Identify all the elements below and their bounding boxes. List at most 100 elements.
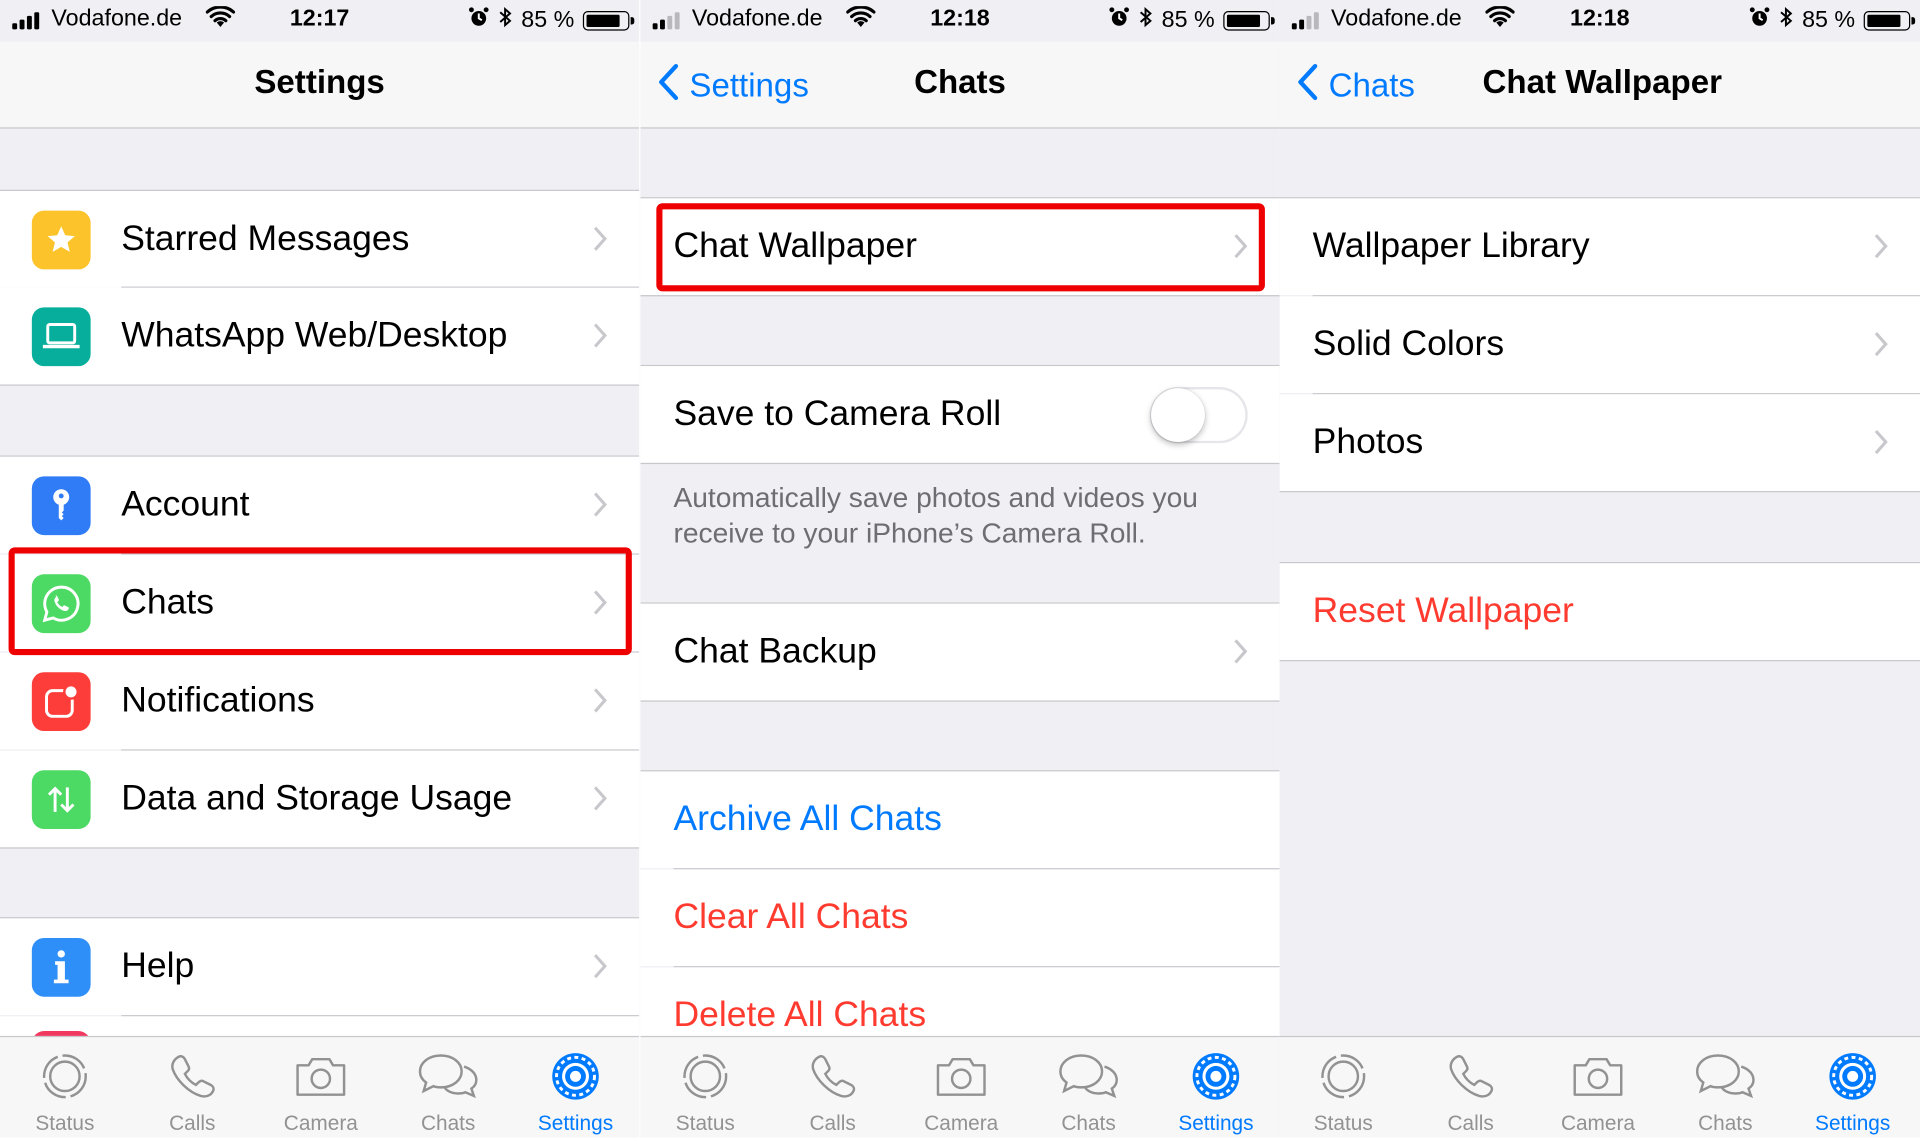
- wallpaper-library-row[interactable]: Wallpaper Library: [1279, 198, 1920, 296]
- row-label: Data and Storage Usage: [121, 778, 513, 818]
- row-label: Delete All Chats: [673, 995, 927, 1035]
- chat-bubbles-icon: [1662, 1047, 1789, 1106]
- status-icon: [1280, 1047, 1407, 1106]
- chevron-right-icon: [593, 491, 608, 524]
- signal-icon: [652, 12, 685, 30]
- phone-icon: [1407, 1047, 1534, 1106]
- phone-icon: [129, 1047, 256, 1106]
- chevron-right-icon: [1873, 429, 1888, 462]
- info-icon: [31, 937, 91, 997]
- tab-label: Settings: [537, 1111, 614, 1136]
- gear-icon: [1152, 1047, 1279, 1106]
- tab-label: Calls: [1447, 1111, 1494, 1136]
- alarm-icon: [1108, 6, 1130, 35]
- tab-chats[interactable]: Chats: [1662, 1047, 1789, 1136]
- settings-row-notifications[interactable]: Notifications: [0, 652, 640, 750]
- reset-wallpaper-button[interactable]: Reset Wallpaper: [1279, 563, 1920, 661]
- solid-colors-row[interactable]: Solid Colors: [1279, 296, 1920, 394]
- clear-all-chats-button[interactable]: Clear All Chats: [640, 869, 1280, 967]
- tab-label: Camera: [283, 1111, 358, 1136]
- tab-settings[interactable]: Settings: [1152, 1047, 1279, 1136]
- tab-status[interactable]: Status: [1, 1047, 128, 1136]
- tab-settings[interactable]: Settings: [512, 1047, 639, 1136]
- camera-icon: [898, 1047, 1025, 1106]
- row-label: Archive All Chats: [673, 799, 942, 839]
- carrier-label: Vodafone.de: [1331, 6, 1462, 32]
- page-title: Chats: [914, 63, 1006, 101]
- photos-row[interactable]: Photos: [1279, 394, 1920, 492]
- whatsapp-icon: [31, 574, 91, 634]
- tab-label: Status: [35, 1111, 95, 1136]
- save-to-camera-roll-row: Save to Camera Roll: [640, 366, 1280, 463]
- row-label: Chat Wallpaper: [673, 226, 917, 266]
- settings-row-chats[interactable]: Chats: [0, 554, 640, 652]
- tab-label: Status: [1313, 1111, 1373, 1136]
- tab-calls[interactable]: Calls: [129, 1047, 256, 1136]
- save-to-camera-roll-toggle[interactable]: [1149, 386, 1248, 444]
- chevron-right-icon: [1233, 638, 1248, 671]
- tab-chats[interactable]: Chats: [384, 1047, 511, 1136]
- nav-bar: Settings: [0, 41, 640, 129]
- chevron-right-icon: [593, 953, 608, 986]
- tab-status[interactable]: Status: [642, 1047, 769, 1136]
- page-title: Chat Wallpaper: [1482, 63, 1722, 101]
- tab-bar: Status Calls Camera Chats Settings: [640, 1035, 1280, 1138]
- battery-percent: 85 %: [521, 7, 575, 34]
- battery-icon: [1223, 11, 1275, 31]
- carrier-label: Vodafone.de: [691, 6, 823, 32]
- tab-label: Camera: [924, 1111, 999, 1136]
- row-label: Reset Wallpaper: [1312, 591, 1574, 631]
- tab-label: Calls: [169, 1111, 216, 1136]
- tab-status[interactable]: Status: [1280, 1047, 1407, 1136]
- chevron-right-icon: [593, 225, 608, 258]
- star-icon: [31, 210, 91, 270]
- data-transfer-icon: [31, 770, 91, 829]
- battery-percent: 85 %: [1802, 7, 1856, 34]
- row-label: Wallpaper Library: [1312, 226, 1590, 266]
- archive-all-chats-button[interactable]: Archive All Chats: [640, 771, 1280, 869]
- tab-bar: Status Calls Camera Chats Settings: [0, 1035, 640, 1138]
- tab-chats[interactable]: Chats: [1025, 1047, 1152, 1136]
- battery-icon: [582, 11, 635, 31]
- settings-row-help[interactable]: Help: [0, 918, 640, 1016]
- chat-wallpaper-row[interactable]: Chat Wallpaper: [640, 198, 1280, 296]
- tab-bar: Status Calls Camera Chats Settings: [1279, 1035, 1920, 1138]
- status-bar: Vodafone.de 12:18 85 %: [1280, 0, 1920, 42]
- tab-label: Settings: [1815, 1111, 1891, 1136]
- row-label: Chat Backup: [673, 631, 877, 672]
- signal-icon: [12, 12, 44, 30]
- row-label: WhatsApp Web/Desktop: [121, 315, 508, 356]
- chat-backup-row[interactable]: Chat Backup: [640, 603, 1280, 701]
- tab-calls[interactable]: Calls: [1407, 1047, 1534, 1136]
- carrier-label: Vodafone.de: [51, 6, 183, 32]
- tab-camera[interactable]: Camera: [1534, 1047, 1661, 1136]
- settings-row-whatsapp-web[interactable]: WhatsApp Web/Desktop: [0, 287, 640, 385]
- chevron-right-icon: [593, 687, 608, 720]
- row-label: Photos: [1312, 422, 1424, 462]
- row-label: Help: [121, 946, 195, 986]
- settings-row-starred-messages[interactable]: Starred Messages: [0, 191, 640, 288]
- wifi-icon: [205, 5, 236, 35]
- tab-camera[interactable]: Camera: [257, 1047, 384, 1136]
- battery-fill: [1226, 14, 1261, 27]
- notification-icon: [31, 672, 91, 732]
- chevron-right-icon: [593, 589, 608, 622]
- tab-camera[interactable]: Camera: [898, 1047, 1025, 1136]
- row-label: Starred Messages: [121, 219, 410, 259]
- row-label: Clear All Chats: [673, 897, 909, 937]
- gear-icon: [1789, 1047, 1916, 1106]
- chevron-right-icon: [1233, 233, 1248, 266]
- row-label: Chats: [121, 582, 215, 623]
- camera-icon: [1534, 1047, 1661, 1106]
- row-label: Save to Camera Roll: [673, 394, 1002, 434]
- settings-row-account[interactable]: Account: [0, 456, 640, 554]
- tab-settings[interactable]: Settings: [1789, 1047, 1916, 1136]
- chat-bubbles-icon: [1025, 1047, 1152, 1106]
- bluetooth-icon: [1779, 6, 1794, 35]
- settings-row-data-storage[interactable]: Data and Storage Usage: [0, 750, 640, 848]
- alarm-icon: [467, 6, 489, 35]
- settings-screen: Vodafone.de 12:17 85 % Settings Starred …: [0, 0, 640, 1138]
- tab-calls[interactable]: Calls: [769, 1047, 896, 1136]
- tab-label: Calls: [809, 1111, 856, 1136]
- battery-fill: [1867, 14, 1901, 27]
